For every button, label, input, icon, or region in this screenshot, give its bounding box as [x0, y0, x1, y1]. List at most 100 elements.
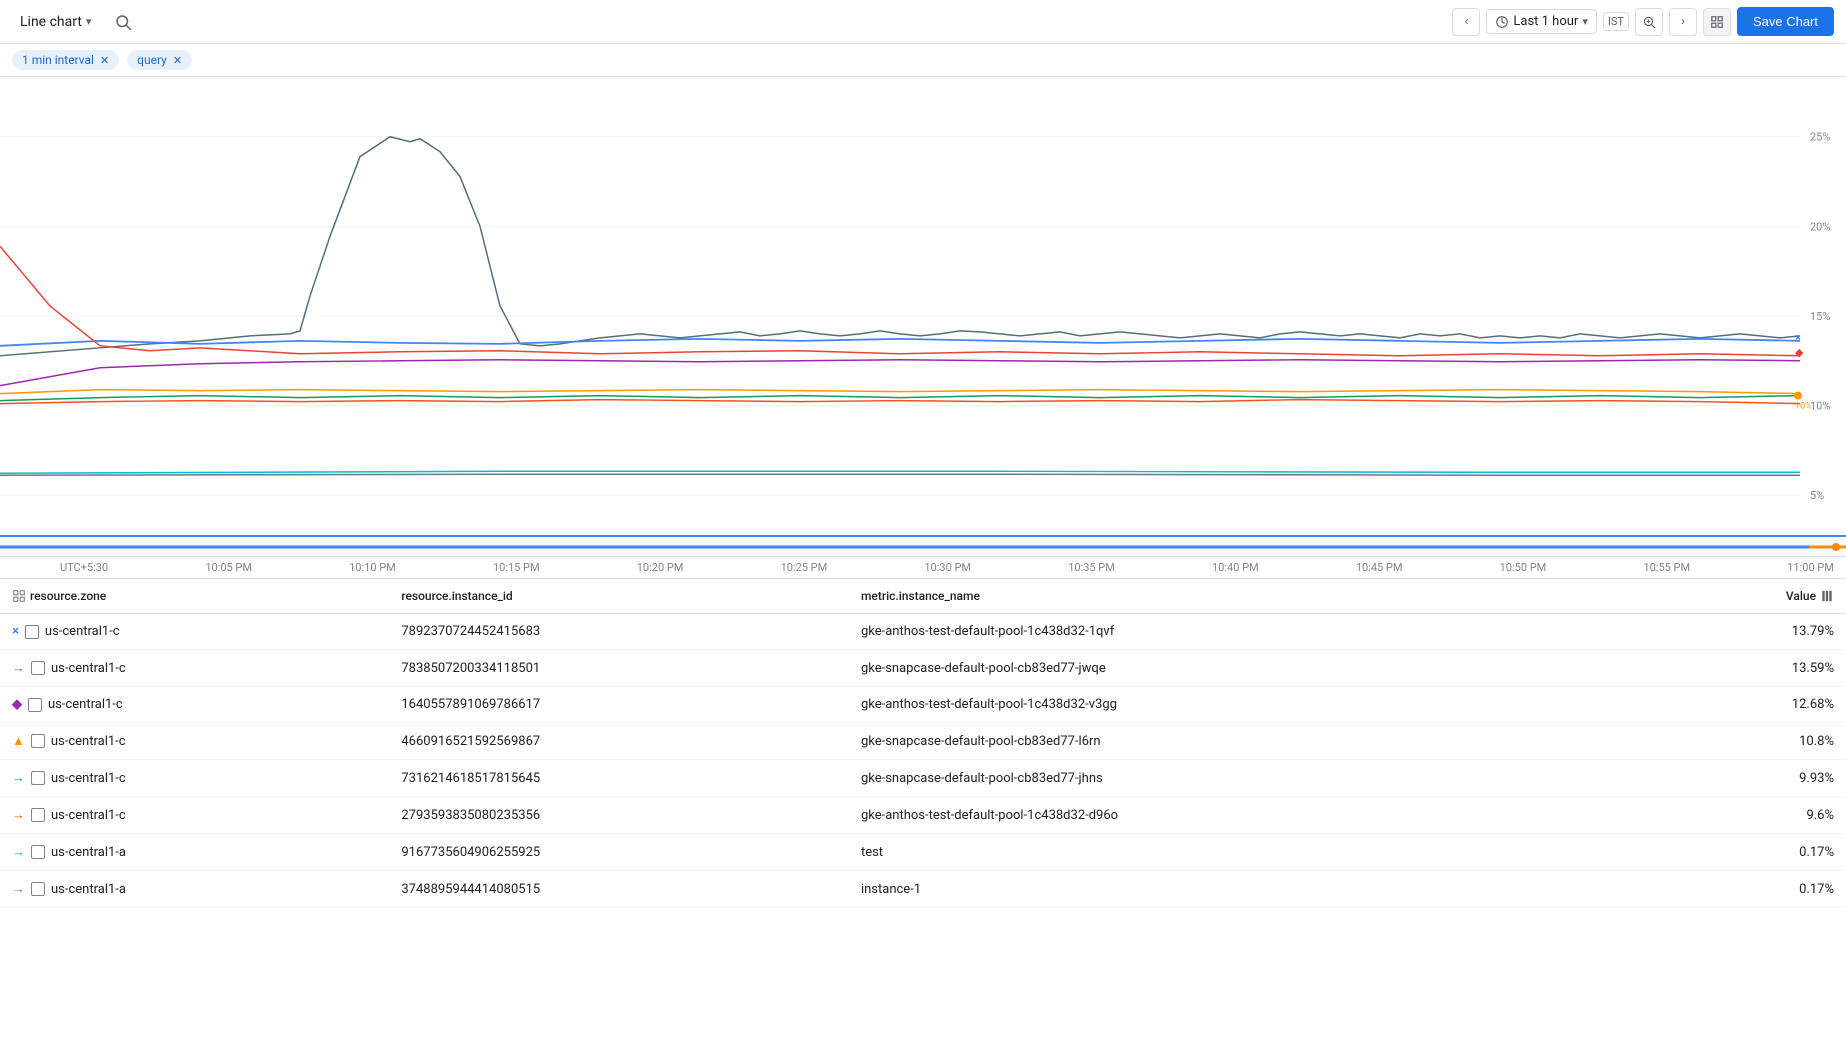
end-marker-orange — [1794, 392, 1802, 400]
header: Line chart ▾ ‹ Last 1 hour ▾ IST — [0, 0, 1846, 44]
x-label-1050: 10:50 PM — [1500, 561, 1547, 574]
columns-icon — [1820, 589, 1834, 603]
x-label-1025: 10:25 PM — [781, 561, 828, 574]
filter-tag-interval-label: 1 min interval — [22, 53, 94, 67]
series-marker-1: → — [12, 660, 25, 676]
row-checkbox-2[interactable] — [28, 698, 42, 712]
cell-value-0: 13.79% — [1642, 614, 1846, 650]
row-checkbox-6[interactable] — [31, 845, 45, 859]
cell-value-4: 9.93% — [1642, 760, 1846, 797]
col-instance-name-label: metric.instance_name — [861, 589, 980, 603]
timeline-bar — [0, 545, 1846, 548]
table-row: → us-central1-a 9167735604906255925 test… — [0, 834, 1846, 871]
end-marker-blue: × — [1795, 331, 1801, 344]
col-zone-label: resource.zone — [30, 589, 106, 603]
filter-tag-query[interactable]: query ✕ — [127, 50, 192, 70]
table-row: → us-central1-c 7316214618517815645 gke-… — [0, 760, 1846, 797]
cell-zone-7: → us-central1-a — [0, 871, 389, 908]
cell-zone-text-4: us-central1-c — [51, 771, 126, 786]
cell-zone-6: → us-central1-a — [0, 834, 389, 871]
col-header-zone[interactable]: resource.zone — [0, 579, 389, 614]
cell-zone-text-5: us-central1-c — [51, 808, 126, 823]
chart-type-label: Line chart — [20, 14, 82, 30]
col-value-label: Value — [1786, 589, 1816, 603]
time-range-selector[interactable]: Last 1 hour ▾ — [1486, 9, 1596, 34]
col-header-value[interactable]: Value — [1642, 579, 1846, 614]
x-label-1010: 10:10 PM — [349, 561, 396, 574]
cell-instance-id-6: 9167735604906255925 — [389, 834, 849, 871]
clock-icon — [1495, 15, 1509, 29]
cell-instance-name-5: gke-anthos-test-default-pool-1c438d32-d9… — [849, 797, 1642, 834]
snap-button[interactable] — [1703, 8, 1731, 36]
timezone-badge: IST — [1603, 12, 1629, 31]
next-button[interactable]: › — [1669, 8, 1697, 36]
cell-instance-id-4: 7316214618517815645 — [389, 760, 849, 797]
zoom-in-button[interactable] — [1635, 8, 1663, 36]
series-marker-6: → — [12, 844, 25, 860]
row-checkbox-1[interactable] — [31, 661, 45, 675]
chart-container: 25% 20% 15% 10% 5% × ◆ 10% — [0, 77, 1846, 537]
cell-zone-5: → us-central1-c — [0, 797, 389, 834]
table-row: → us-central1-a 3748895944414080515 inst… — [0, 871, 1846, 908]
cell-value-2: 12.68% — [1642, 687, 1846, 723]
cell-value-5: 9.6% — [1642, 797, 1846, 834]
row-checkbox-5[interactable] — [31, 808, 45, 822]
series-marker-4: → — [12, 770, 25, 786]
cell-instance-name-0: gke-anthos-test-default-pool-1c438d32-1q… — [849, 614, 1642, 650]
series-marker-3: ▲ — [12, 733, 25, 749]
x-label-1055: 10:55 PM — [1643, 561, 1690, 574]
cell-value-6: 0.17% — [1642, 834, 1846, 871]
cell-zone-text-6: us-central1-a — [51, 845, 126, 860]
row-checkbox-0[interactable] — [25, 625, 39, 639]
series-orange — [0, 390, 1800, 394]
y-label-5: 5% — [1810, 489, 1824, 502]
series-marker-7: → — [12, 881, 25, 897]
row-checkbox-3[interactable] — [31, 734, 45, 748]
series-marker-5: → — [12, 807, 25, 823]
end-label-10: 10% — [1795, 402, 1812, 412]
table-row: ◆ us-central1-c 1640557891069786617 gke-… — [0, 687, 1846, 723]
table-header-row: resource.zone resource.instance_id metri… — [0, 579, 1846, 614]
filter-tag-interval[interactable]: 1 min interval ✕ — [12, 50, 119, 70]
x-label-tz: UTC+5:30 — [60, 561, 108, 574]
x-label-1030: 10:30 PM — [924, 561, 971, 574]
timeline-row[interactable] — [0, 537, 1846, 557]
col-header-instance-id[interactable]: resource.instance_id — [389, 579, 849, 614]
series-gray — [0, 474, 1800, 475]
search-button[interactable] — [107, 6, 139, 38]
cell-instance-name-6: test — [849, 834, 1642, 871]
cell-zone-2: ◆ us-central1-c — [0, 687, 389, 723]
series-purple — [0, 360, 1800, 386]
chevron-down-icon: ▾ — [86, 15, 92, 28]
cell-instance-name-3: gke-snapcase-default-pool-cb83ed77-l6rn — [849, 723, 1642, 760]
cell-zone-3: ▲ us-central1-c — [0, 723, 389, 760]
cell-instance-name-7: instance-1 — [849, 871, 1642, 908]
header-left: Line chart ▾ — [12, 6, 139, 38]
row-checkbox-4[interactable] — [31, 771, 45, 785]
time-dropdown-icon: ▾ — [1582, 15, 1588, 28]
x-label-1015: 10:15 PM — [493, 561, 540, 574]
cell-instance-name-1: gke-snapcase-default-pool-cb83ed77-jwqe — [849, 650, 1642, 687]
filter-tag-interval-close[interactable]: ✕ — [100, 54, 109, 67]
cell-zone-text-0: us-central1-c — [45, 624, 120, 639]
save-chart-button[interactable]: Save Chart — [1737, 7, 1834, 36]
series-cyan — [0, 471, 1800, 473]
series-green — [0, 396, 1800, 401]
table-row: → us-central1-c 2793593835080235356 gke-… — [0, 797, 1846, 834]
filter-tag-query-label: query — [137, 53, 167, 67]
chart-type-selector[interactable]: Line chart ▾ — [12, 10, 99, 34]
cell-value-7: 0.17% — [1642, 871, 1846, 908]
cell-value-1: 13.59% — [1642, 650, 1846, 687]
col-header-instance-name[interactable]: metric.instance_name — [849, 579, 1642, 614]
cell-instance-id-3: 4660916521592569867 — [389, 723, 849, 760]
y-label-10: 10% — [1810, 400, 1830, 413]
filter-tag-query-close[interactable]: ✕ — [173, 54, 182, 67]
x-axis-labels: UTC+5:30 10:05 PM 10:10 PM 10:15 PM 10:2… — [0, 557, 1846, 579]
row-checkbox-7[interactable] — [31, 882, 45, 896]
table-row: × us-central1-c 7892370724452415683 gke-… — [0, 614, 1846, 650]
col-instance-id-label: resource.instance_id — [401, 589, 512, 603]
prev-button[interactable]: ‹ — [1452, 8, 1480, 36]
timeline-handle[interactable] — [1832, 543, 1840, 551]
x-label-1045: 10:45 PM — [1356, 561, 1403, 574]
table-row: → us-central1-c 7838507200334118501 gke-… — [0, 650, 1846, 687]
